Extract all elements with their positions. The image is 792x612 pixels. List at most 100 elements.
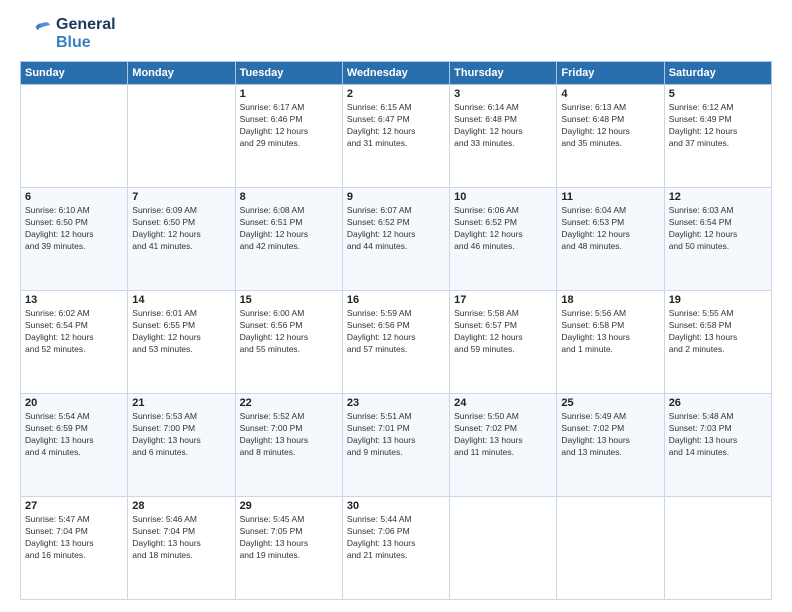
day-detail: Sunrise: 5:58 AM Sunset: 6:57 PM Dayligh… <box>454 308 552 356</box>
day-detail: Sunrise: 6:04 AM Sunset: 6:53 PM Dayligh… <box>561 205 659 253</box>
day-number: 12 <box>669 191 767 203</box>
day-detail: Sunrise: 6:14 AM Sunset: 6:48 PM Dayligh… <box>454 102 552 150</box>
calendar-header-friday: Friday <box>557 62 664 85</box>
calendar-cell: 30Sunrise: 5:44 AM Sunset: 7:06 PM Dayli… <box>342 497 449 600</box>
day-number: 10 <box>454 191 552 203</box>
calendar-cell <box>450 497 557 600</box>
day-detail: Sunrise: 6:02 AM Sunset: 6:54 PM Dayligh… <box>25 308 123 356</box>
day-number: 13 <box>25 294 123 306</box>
day-number: 15 <box>240 294 338 306</box>
day-detail: Sunrise: 5:59 AM Sunset: 6:56 PM Dayligh… <box>347 308 445 356</box>
calendar-cell: 15 Sunrise: 6:00 AM Sunset: 6:56 PM Dayli… <box>235 291 342 394</box>
day-detail: Sunrise: 5:54 AM Sunset: 6:59 PM Dayligh… <box>25 411 123 459</box>
day-number: 1 <box>240 88 338 100</box>
day-detail: Sunrise: 5:50 AM Sunset: 7:02 PM Dayligh… <box>454 411 552 459</box>
calendar-cell: 2 Sunrise: 6:15 AM Sunset: 6:47 PM Daylig… <box>342 85 449 188</box>
header: General Blue <box>20 16 772 51</box>
day-number: 4 <box>561 88 659 100</box>
day-detail: Sunrise: 5:52 AM Sunset: 7:00 PM Dayligh… <box>240 411 338 459</box>
calendar-week-1: 1 Sunrise: 6:17 AM Sunset: 6:46 PM Daylig… <box>21 85 772 188</box>
calendar-cell: 22 Sunrise: 5:52 AM Sunset: 7:00 PM Dayli… <box>235 394 342 497</box>
calendar-cell: 28 Sunrise: 5:46 AM Sunset: 7:04 PM Dayli… <box>128 497 235 600</box>
day-number: 21 <box>132 397 230 409</box>
calendar-cell: 10Sunrise: 6:06 AM Sunset: 6:52 PM Dayli… <box>450 188 557 291</box>
logo: General Blue <box>20 16 116 51</box>
calendar-cell: 14 Sunrise: 6:01 AM Sunset: 6:55 PM Dayli… <box>128 291 235 394</box>
logo-bird-icon <box>20 18 52 50</box>
day-number: 11 <box>561 191 659 203</box>
day-detail: Sunrise: 6:08 AM Sunset: 6:51 PM Dayligh… <box>240 205 338 253</box>
day-detail: Sunrise: 6:00 AM Sunset: 6:56 PM Dayligh… <box>240 308 338 356</box>
calendar-cell: 4 Sunrise: 6:13 AM Sunset: 6:48 PM Daylig… <box>557 85 664 188</box>
calendar-header-thursday: Thursday <box>450 62 557 85</box>
calendar-cell: 11 Sunrise: 6:04 AM Sunset: 6:53 PM Dayli… <box>557 188 664 291</box>
calendar-header-monday: Monday <box>128 62 235 85</box>
day-number: 24 <box>454 397 552 409</box>
day-detail: Sunrise: 6:01 AM Sunset: 6:55 PM Dayligh… <box>132 308 230 356</box>
day-detail: Sunrise: 5:44 AM Sunset: 7:06 PM Dayligh… <box>347 514 445 562</box>
day-number: 19 <box>669 294 767 306</box>
day-number: 16 <box>347 294 445 306</box>
day-detail: Sunrise: 5:55 AM Sunset: 6:58 PM Dayligh… <box>669 308 767 356</box>
calendar-cell: 23Sunrise: 5:51 AM Sunset: 7:01 PM Dayli… <box>342 394 449 497</box>
logo-general: General <box>56 16 116 34</box>
calendar-header-tuesday: Tuesday <box>235 62 342 85</box>
day-detail: Sunrise: 6:13 AM Sunset: 6:48 PM Dayligh… <box>561 102 659 150</box>
calendar-cell: 7 Sunrise: 6:09 AM Sunset: 6:50 PM Daylig… <box>128 188 235 291</box>
day-detail: Sunrise: 6:09 AM Sunset: 6:50 PM Dayligh… <box>132 205 230 253</box>
day-detail: Sunrise: 5:53 AM Sunset: 7:00 PM Dayligh… <box>132 411 230 459</box>
day-number: 9 <box>347 191 445 203</box>
calendar-cell: 27 Sunrise: 5:47 AM Sunset: 7:04 PM Dayli… <box>21 497 128 600</box>
day-detail: Sunrise: 6:03 AM Sunset: 6:54 PM Dayligh… <box>669 205 767 253</box>
day-number: 7 <box>132 191 230 203</box>
calendar-cell: 24 Sunrise: 5:50 AM Sunset: 7:02 PM Dayli… <box>450 394 557 497</box>
day-detail: Sunrise: 5:48 AM Sunset: 7:03 PM Dayligh… <box>669 411 767 459</box>
calendar-cell: 6 Sunrise: 6:10 AM Sunset: 6:50 PM Daylig… <box>21 188 128 291</box>
day-number: 22 <box>240 397 338 409</box>
logo-blue: Blue <box>56 34 116 52</box>
day-number: 3 <box>454 88 552 100</box>
calendar-cell: 1 Sunrise: 6:17 AM Sunset: 6:46 PM Daylig… <box>235 85 342 188</box>
calendar-cell <box>128 85 235 188</box>
day-number: 17 <box>454 294 552 306</box>
calendar-cell: 18 Sunrise: 5:56 AM Sunset: 6:58 PM Dayli… <box>557 291 664 394</box>
calendar-cell: 26 Sunrise: 5:48 AM Sunset: 7:03 PM Dayli… <box>664 394 771 497</box>
calendar-week-3: 13 Sunrise: 6:02 AM Sunset: 6:54 PM Dayli… <box>21 291 772 394</box>
day-number: 23 <box>347 397 445 409</box>
day-number: 5 <box>669 88 767 100</box>
calendar-cell: 8 Sunrise: 6:08 AM Sunset: 6:51 PM Daylig… <box>235 188 342 291</box>
day-number: 2 <box>347 88 445 100</box>
day-detail: Sunrise: 6:10 AM Sunset: 6:50 PM Dayligh… <box>25 205 123 253</box>
calendar-cell: 5Sunrise: 6:12 AM Sunset: 6:49 PM Daylig… <box>664 85 771 188</box>
day-number: 25 <box>561 397 659 409</box>
day-number: 18 <box>561 294 659 306</box>
day-number: 28 <box>132 500 230 512</box>
day-detail: Sunrise: 5:49 AM Sunset: 7:02 PM Dayligh… <box>561 411 659 459</box>
day-number: 14 <box>132 294 230 306</box>
calendar-cell <box>557 497 664 600</box>
day-detail: Sunrise: 5:56 AM Sunset: 6:58 PM Dayligh… <box>561 308 659 356</box>
calendar-cell: 21 Sunrise: 5:53 AM Sunset: 7:00 PM Dayli… <box>128 394 235 497</box>
day-number: 8 <box>240 191 338 203</box>
day-number: 29 <box>240 500 338 512</box>
day-detail: Sunrise: 5:47 AM Sunset: 7:04 PM Dayligh… <box>25 514 123 562</box>
calendar-cell: 12 Sunrise: 6:03 AM Sunset: 6:54 PM Dayli… <box>664 188 771 291</box>
calendar-week-5: 27 Sunrise: 5:47 AM Sunset: 7:04 PM Dayli… <box>21 497 772 600</box>
calendar-cell: 3 Sunrise: 6:14 AM Sunset: 6:48 PM Daylig… <box>450 85 557 188</box>
calendar-cell: 25 Sunrise: 5:49 AM Sunset: 7:02 PM Dayli… <box>557 394 664 497</box>
day-number: 27 <box>25 500 123 512</box>
calendar-header-sunday: Sunday <box>21 62 128 85</box>
day-detail: Sunrise: 6:15 AM Sunset: 6:47 PM Dayligh… <box>347 102 445 150</box>
day-detail: Sunrise: 5:46 AM Sunset: 7:04 PM Dayligh… <box>132 514 230 562</box>
calendar-header-row: SundayMondayTuesdayWednesdayThursdayFrid… <box>21 62 772 85</box>
day-detail: Sunrise: 5:45 AM Sunset: 7:05 PM Dayligh… <box>240 514 338 562</box>
day-number: 26 <box>669 397 767 409</box>
day-number: 6 <box>25 191 123 203</box>
calendar-cell <box>21 85 128 188</box>
day-detail: Sunrise: 6:17 AM Sunset: 6:46 PM Dayligh… <box>240 102 338 150</box>
calendar-cell: 20Sunrise: 5:54 AM Sunset: 6:59 PM Dayli… <box>21 394 128 497</box>
calendar-cell: 19 Sunrise: 5:55 AM Sunset: 6:58 PM Dayli… <box>664 291 771 394</box>
calendar-cell <box>664 497 771 600</box>
calendar-week-4: 20Sunrise: 5:54 AM Sunset: 6:59 PM Dayli… <box>21 394 772 497</box>
calendar-cell: 16 Sunrise: 5:59 AM Sunset: 6:56 PM Dayli… <box>342 291 449 394</box>
